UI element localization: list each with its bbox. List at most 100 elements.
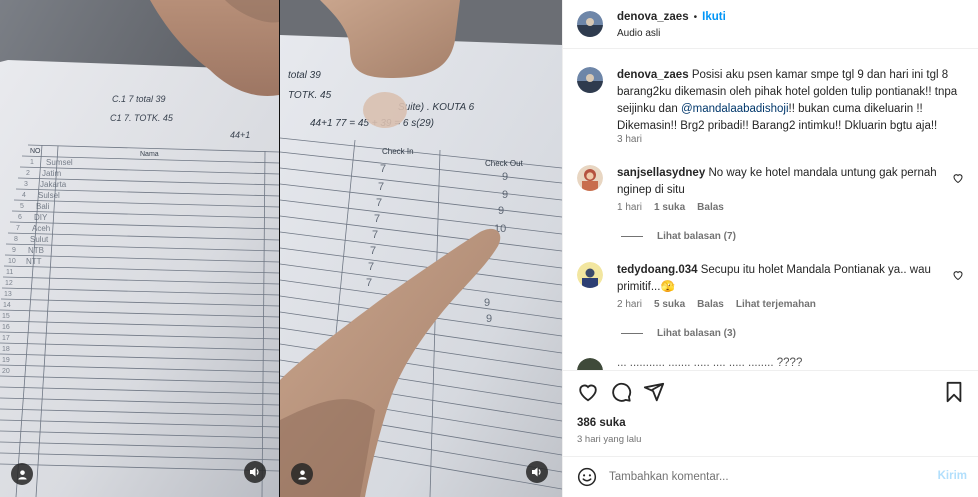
left-row-number: 3 <box>24 181 28 188</box>
mute-button-left[interactable] <box>244 461 266 483</box>
post-date: 3 hari yang lalu <box>577 434 642 445</box>
right-header-2: TOTK. 45 <box>288 90 332 101</box>
bookmark-icon[interactable] <box>944 381 964 403</box>
comments-list[interactable]: denova_zaes Posisi aku psen kamar smpe t… <box>563 50 978 370</box>
post-comment-button[interactable]: Kirim <box>938 470 967 482</box>
follow-button[interactable]: Ikuti <box>702 11 726 23</box>
user-tag-button[interactable] <box>11 463 33 485</box>
post-sidebar: denova_zaes • Ikuti Audio asli denova_za… <box>562 0 978 497</box>
commenter-username[interactable]: sanjsellasydney <box>617 167 705 179</box>
left-row-number: 12 <box>5 280 13 287</box>
checkin-mark: 7 <box>366 277 372 289</box>
left-row-number: 15 <box>2 313 10 320</box>
comment-composer: Kirim <box>563 456 978 497</box>
like-count[interactable]: 386 suka <box>577 417 626 429</box>
checkout-mark: 9 <box>498 205 504 217</box>
left-row-name: Jatim <box>42 169 61 178</box>
left-row-number: 6 <box>18 214 22 221</box>
view-replies-button[interactable]: Lihat balasan (7) <box>621 231 736 242</box>
left-header-1: C.1 7 total 39 <box>112 94 166 104</box>
right-col-checkin: Check In <box>382 147 414 156</box>
left-row-number: 2 <box>26 170 30 177</box>
send-icon[interactable] <box>643 381 665 403</box>
post-header: denova_zaes • Ikuti Audio asli <box>563 0 978 49</box>
right-col-checkout: Check Out <box>485 159 524 168</box>
author-avatar[interactable] <box>577 11 603 37</box>
post-media[interactable]: C.1 7 total 39 C1 7. TOTK. 45 44+1 NO Na… <box>0 0 562 497</box>
left-row-name: Sulsel <box>38 191 60 200</box>
caption-username[interactable]: denova_zaes <box>617 69 689 81</box>
left-row-number: 5 <box>20 203 24 210</box>
paper-photo-right: total 39 TOTK. 45 Suite) . KOUTA 6 44+1 … <box>280 0 562 497</box>
replies-line <box>621 333 643 334</box>
left-col-no: NO <box>30 148 41 155</box>
left-row-number: 7 <box>16 225 20 232</box>
comment-likes[interactable]: 5 suka <box>654 299 685 310</box>
comment-text: sanjsellasydney No way ke hotel mandala … <box>617 165 952 199</box>
checkin-mark: 7 <box>370 245 376 257</box>
replies-line <box>621 236 643 237</box>
caption-avatar[interactable] <box>577 67 603 93</box>
video-frame-left[interactable]: C.1 7 total 39 C1 7. TOTK. 45 44+1 NO Na… <box>0 0 279 497</box>
left-row-number: 8 <box>14 236 18 243</box>
left-row-number: 20 <box>2 368 10 375</box>
paper-photo-left: C.1 7 total 39 C1 7. TOTK. 45 44+1 NO Na… <box>0 0 279 497</box>
caption-time[interactable]: 3 hari <box>617 134 642 145</box>
post-actions: 386 suka 3 hari yang lalu <box>563 370 978 456</box>
reply-button[interactable]: Balas <box>697 202 724 213</box>
left-row-name: Aceh <box>32 224 50 233</box>
left-header-3: 44+1 <box>230 130 250 140</box>
comment-likes[interactable]: 1 suka <box>654 202 685 213</box>
left-col-name: Nama <box>140 151 159 158</box>
checkout-mark: 9 <box>486 313 492 325</box>
comment-time[interactable]: 1 hari <box>617 202 642 213</box>
left-row-number: 9 <box>12 247 16 254</box>
commenter-username[interactable]: tedydoang.034 <box>617 264 698 276</box>
left-row-number: 14 <box>3 302 11 309</box>
view-replies-button[interactable]: Lihat balasan (3) <box>621 328 736 339</box>
user-tag-button-right[interactable] <box>291 463 313 485</box>
caption-meta: 3 hari <box>617 134 642 145</box>
comment-like-icon[interactable] <box>952 172 964 184</box>
left-row-name: Jakarta <box>40 180 67 189</box>
emoji-icon[interactable] <box>577 467 597 487</box>
heart-icon[interactable] <box>577 381 599 403</box>
left-header-2: C1 7. TOTK. 45 <box>110 113 174 123</box>
translate-button[interactable]: Lihat terjemahan <box>736 299 816 310</box>
checkin-mark: 7 <box>368 261 374 273</box>
mute-button-right[interactable] <box>526 461 548 483</box>
reply-button[interactable]: Balas <box>697 299 724 310</box>
checkin-mark: 7 <box>374 213 380 225</box>
comment-input[interactable] <box>609 467 929 487</box>
audio-label[interactable]: Audio asli <box>617 28 660 39</box>
checkin-mark: 7 <box>380 163 386 175</box>
caption-mention[interactable]: @mandalaabadishoji <box>681 103 789 115</box>
speaker-icon <box>532 467 541 477</box>
view-replies-label[interactable]: Lihat balasan (3) <box>657 328 736 339</box>
checkout-mark: 9 <box>502 171 508 183</box>
commenter-avatar[interactable] <box>577 165 603 191</box>
video-frame-right[interactable]: total 39 TOTK. 45 Suite) . KOUTA 6 44+1 … <box>280 0 562 497</box>
comment-icon[interactable] <box>610 381 632 403</box>
left-row-number: 19 <box>2 357 10 364</box>
comment-text-partial: ... ........... ....... ..... .... .....… <box>617 357 803 369</box>
separator-dot: • <box>693 11 698 23</box>
left-row-number: 17 <box>2 335 10 342</box>
comment-time[interactable]: 2 hari <box>617 299 642 310</box>
caption-text: denova_zaes Posisi aku psen kamar smpe t… <box>617 67 967 135</box>
comment-like-icon[interactable] <box>952 269 964 281</box>
commenter-avatar[interactable] <box>577 358 603 370</box>
comment-meta: 1 hari 1 suka Balas <box>617 202 724 213</box>
left-row-number: 18 <box>2 346 10 353</box>
checkin-mark: 7 <box>372 229 378 241</box>
view-replies-label[interactable]: Lihat balasan (7) <box>657 231 736 242</box>
author-username[interactable]: denova_zaes <box>617 11 689 23</box>
commenter-avatar[interactable] <box>577 262 603 288</box>
user-tag-icon <box>17 469 27 480</box>
right-header-1: total 39 <box>288 70 321 81</box>
checkout-mark: 9 <box>484 297 490 309</box>
left-row-name: Sumsel <box>46 158 73 167</box>
comment-meta: 2 hari 5 suka Balas Lihat terjemahan <box>617 299 816 310</box>
left-row-number: 1 <box>30 159 34 166</box>
checkout-mark: 9 <box>502 189 508 201</box>
